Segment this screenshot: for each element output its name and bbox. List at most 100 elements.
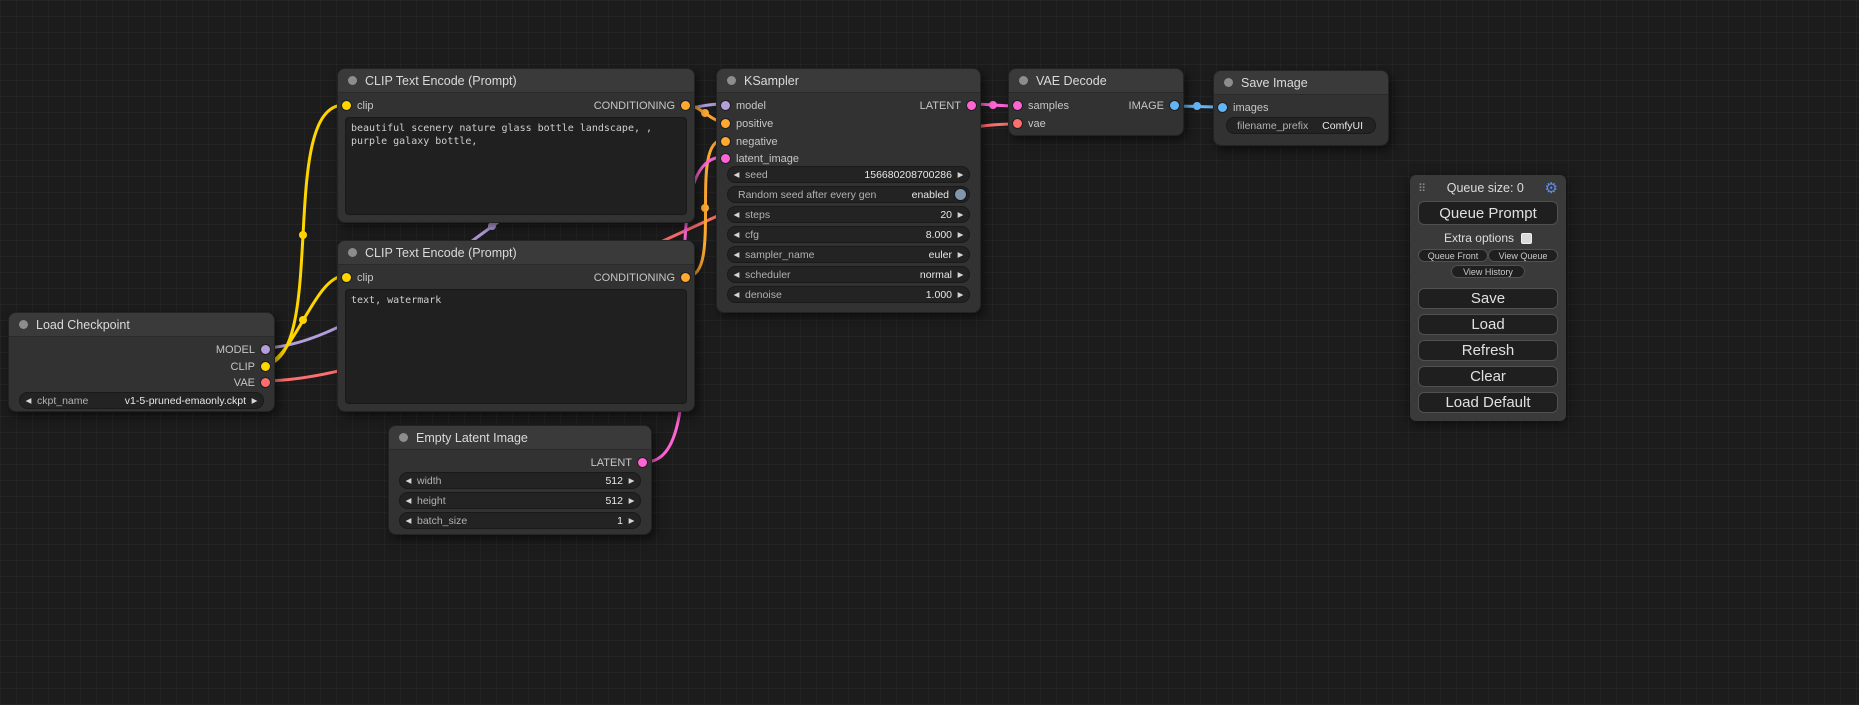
batch-size-widget[interactable]: ◀ batch_size 1 ▶ bbox=[399, 512, 641, 529]
increment-icon[interactable]: ▶ bbox=[623, 472, 640, 489]
output-slot-clip[interactable]: CLIP bbox=[231, 358, 270, 375]
width-widget[interactable]: ◀ width 512 ▶ bbox=[399, 472, 641, 489]
image-port-icon[interactable] bbox=[1170, 101, 1179, 110]
collapse-dot-icon[interactable] bbox=[1224, 78, 1233, 87]
input-slot-vae[interactable]: vae bbox=[1013, 115, 1046, 132]
queue-front-button[interactable]: Queue Front bbox=[1418, 249, 1488, 262]
save-button[interactable]: Save bbox=[1418, 288, 1558, 309]
output-slot-image[interactable]: IMAGE bbox=[1129, 97, 1179, 114]
increment-icon[interactable]: ▶ bbox=[952, 246, 969, 263]
ckpt-name-widget[interactable]: ◀ ckpt_name v1-5-pruned-emaonly.ckpt ▶ bbox=[19, 392, 264, 409]
filename-prefix-widget[interactable]: filename_prefix ComfyUI bbox=[1226, 117, 1376, 134]
decrement-icon[interactable]: ◀ bbox=[728, 206, 745, 223]
increment-icon[interactable]: ▶ bbox=[623, 492, 640, 509]
refresh-button[interactable]: Refresh bbox=[1418, 340, 1558, 361]
increment-icon[interactable]: ▶ bbox=[952, 206, 969, 223]
input-slot-positive[interactable]: positive bbox=[721, 115, 773, 132]
vae-port-icon[interactable] bbox=[261, 378, 270, 387]
input-slot-images[interactable]: images bbox=[1218, 99, 1268, 116]
input-slot-samples[interactable]: samples bbox=[1013, 97, 1069, 114]
view-queue-button[interactable]: View Queue bbox=[1488, 249, 1558, 262]
input-slot-clip[interactable]: clip bbox=[342, 269, 374, 286]
seed-widget[interactable]: ◀ seed 156680208700286 ▶ bbox=[727, 166, 970, 183]
clip-port-icon[interactable] bbox=[261, 362, 270, 371]
increment-icon[interactable]: ▶ bbox=[952, 266, 969, 283]
node-load-checkpoint[interactable]: Load Checkpoint MODEL CLIP VAE ◀ ckpt_na… bbox=[8, 312, 275, 412]
decrement-icon[interactable]: ◀ bbox=[728, 246, 745, 263]
increment-icon[interactable]: ▶ bbox=[952, 226, 969, 243]
node-title-bar[interactable]: VAE Decode bbox=[1009, 69, 1183, 93]
collapse-dot-icon[interactable] bbox=[19, 320, 28, 329]
node-title-bar[interactable]: Empty Latent Image bbox=[389, 426, 651, 450]
node-title-bar[interactable]: KSampler bbox=[717, 69, 980, 93]
node-clip-text-encode-positive[interactable]: CLIP Text Encode (Prompt) clip CONDITION… bbox=[337, 68, 695, 223]
decrement-icon[interactable]: ◀ bbox=[728, 266, 745, 283]
input-slot-clip[interactable]: clip bbox=[342, 97, 374, 114]
next-value-icon[interactable]: ▶ bbox=[246, 392, 263, 409]
latent-port-icon[interactable] bbox=[721, 154, 730, 163]
sampler-name-widget[interactable]: ◀ sampler_name euler ▶ bbox=[727, 246, 970, 263]
conditioning-port-icon[interactable] bbox=[721, 119, 730, 128]
decrement-icon[interactable]: ◀ bbox=[400, 512, 417, 529]
node-title-bar[interactable]: Save Image bbox=[1214, 71, 1388, 95]
steps-widget[interactable]: ◀ steps 20 ▶ bbox=[727, 206, 970, 223]
queue-prompt-button[interactable]: Queue Prompt bbox=[1418, 201, 1558, 225]
node-title-bar[interactable]: CLIP Text Encode (Prompt) bbox=[338, 69, 694, 93]
output-slot-conditioning[interactable]: CONDITIONING bbox=[594, 97, 690, 114]
toggle-knob-icon[interactable] bbox=[955, 189, 966, 200]
node-title-bar[interactable]: CLIP Text Encode (Prompt) bbox=[338, 241, 694, 265]
model-port-icon[interactable] bbox=[721, 101, 730, 110]
input-slot-latent-image[interactable]: latent_image bbox=[721, 150, 799, 167]
node-vae-decode[interactable]: VAE Decode samples vae IMAGE bbox=[1008, 68, 1184, 136]
node-ksampler[interactable]: KSampler model positive negative latent_… bbox=[716, 68, 981, 313]
output-slot-model[interactable]: MODEL bbox=[216, 341, 270, 358]
random-seed-widget[interactable]: Random seed after every gen enabled bbox=[727, 186, 970, 203]
collapse-dot-icon[interactable] bbox=[727, 76, 736, 85]
decrement-icon[interactable]: ◀ bbox=[728, 286, 745, 303]
latent-port-icon[interactable] bbox=[638, 458, 647, 467]
output-slot-latent[interactable]: LATENT bbox=[920, 97, 976, 114]
collapse-dot-icon[interactable] bbox=[399, 433, 408, 442]
increment-icon[interactable]: ▶ bbox=[952, 286, 969, 303]
height-widget[interactable]: ◀ height 512 ▶ bbox=[399, 492, 641, 509]
image-port-icon[interactable] bbox=[1218, 103, 1227, 112]
increment-icon[interactable]: ▶ bbox=[623, 512, 640, 529]
latent-port-icon[interactable] bbox=[967, 101, 976, 110]
clip-port-icon[interactable] bbox=[342, 101, 351, 110]
conditioning-port-icon[interactable] bbox=[681, 101, 690, 110]
clip-port-icon[interactable] bbox=[342, 273, 351, 282]
collapse-dot-icon[interactable] bbox=[1019, 76, 1028, 85]
load-button[interactable]: Load bbox=[1418, 314, 1558, 335]
prev-value-icon[interactable]: ◀ bbox=[20, 392, 37, 409]
vae-port-icon[interactable] bbox=[1013, 119, 1022, 128]
node-title-bar[interactable]: Load Checkpoint bbox=[9, 313, 274, 337]
prompt-textarea[interactable]: beautiful scenery nature glass bottle la… bbox=[345, 117, 687, 215]
collapse-dot-icon[interactable] bbox=[348, 76, 357, 85]
node-save-image[interactable]: Save Image images filename_prefix ComfyU… bbox=[1213, 70, 1389, 146]
decrement-icon[interactable]: ◀ bbox=[400, 492, 417, 509]
node-clip-text-encode-negative[interactable]: CLIP Text Encode (Prompt) clip CONDITION… bbox=[337, 240, 695, 412]
node-empty-latent-image[interactable]: Empty Latent Image LATENT ◀ width 512 ▶ … bbox=[388, 425, 652, 535]
decrement-icon[interactable]: ◀ bbox=[728, 166, 745, 183]
output-slot-latent[interactable]: LATENT bbox=[591, 454, 647, 471]
view-history-button[interactable]: View History bbox=[1451, 265, 1525, 278]
conditioning-port-icon[interactable] bbox=[681, 273, 690, 282]
increment-icon[interactable]: ▶ bbox=[952, 166, 969, 183]
latent-port-icon[interactable] bbox=[1013, 101, 1022, 110]
decrement-icon[interactable]: ◀ bbox=[728, 226, 745, 243]
graph-canvas[interactable]: Load Checkpoint MODEL CLIP VAE ◀ ckpt_na… bbox=[0, 0, 1859, 705]
load-default-button[interactable]: Load Default bbox=[1418, 392, 1558, 413]
input-slot-negative[interactable]: negative bbox=[721, 133, 778, 150]
model-port-icon[interactable] bbox=[261, 345, 270, 354]
cfg-widget[interactable]: ◀ cfg 8.000 ▶ bbox=[727, 226, 970, 243]
drag-handle-icon[interactable]: ⠿ bbox=[1418, 182, 1426, 195]
denoise-widget[interactable]: ◀ denoise 1.000 ▶ bbox=[727, 286, 970, 303]
output-slot-vae[interactable]: VAE bbox=[234, 374, 270, 391]
prompt-textarea[interactable]: text, watermark bbox=[345, 289, 687, 404]
decrement-icon[interactable]: ◀ bbox=[400, 472, 417, 489]
collapse-dot-icon[interactable] bbox=[348, 248, 357, 257]
input-slot-model[interactable]: model bbox=[721, 97, 766, 114]
scheduler-widget[interactable]: ◀ scheduler normal ▶ bbox=[727, 266, 970, 283]
output-slot-conditioning[interactable]: CONDITIONING bbox=[594, 269, 690, 286]
settings-gear-icon[interactable]: ⚙ bbox=[1545, 181, 1558, 196]
